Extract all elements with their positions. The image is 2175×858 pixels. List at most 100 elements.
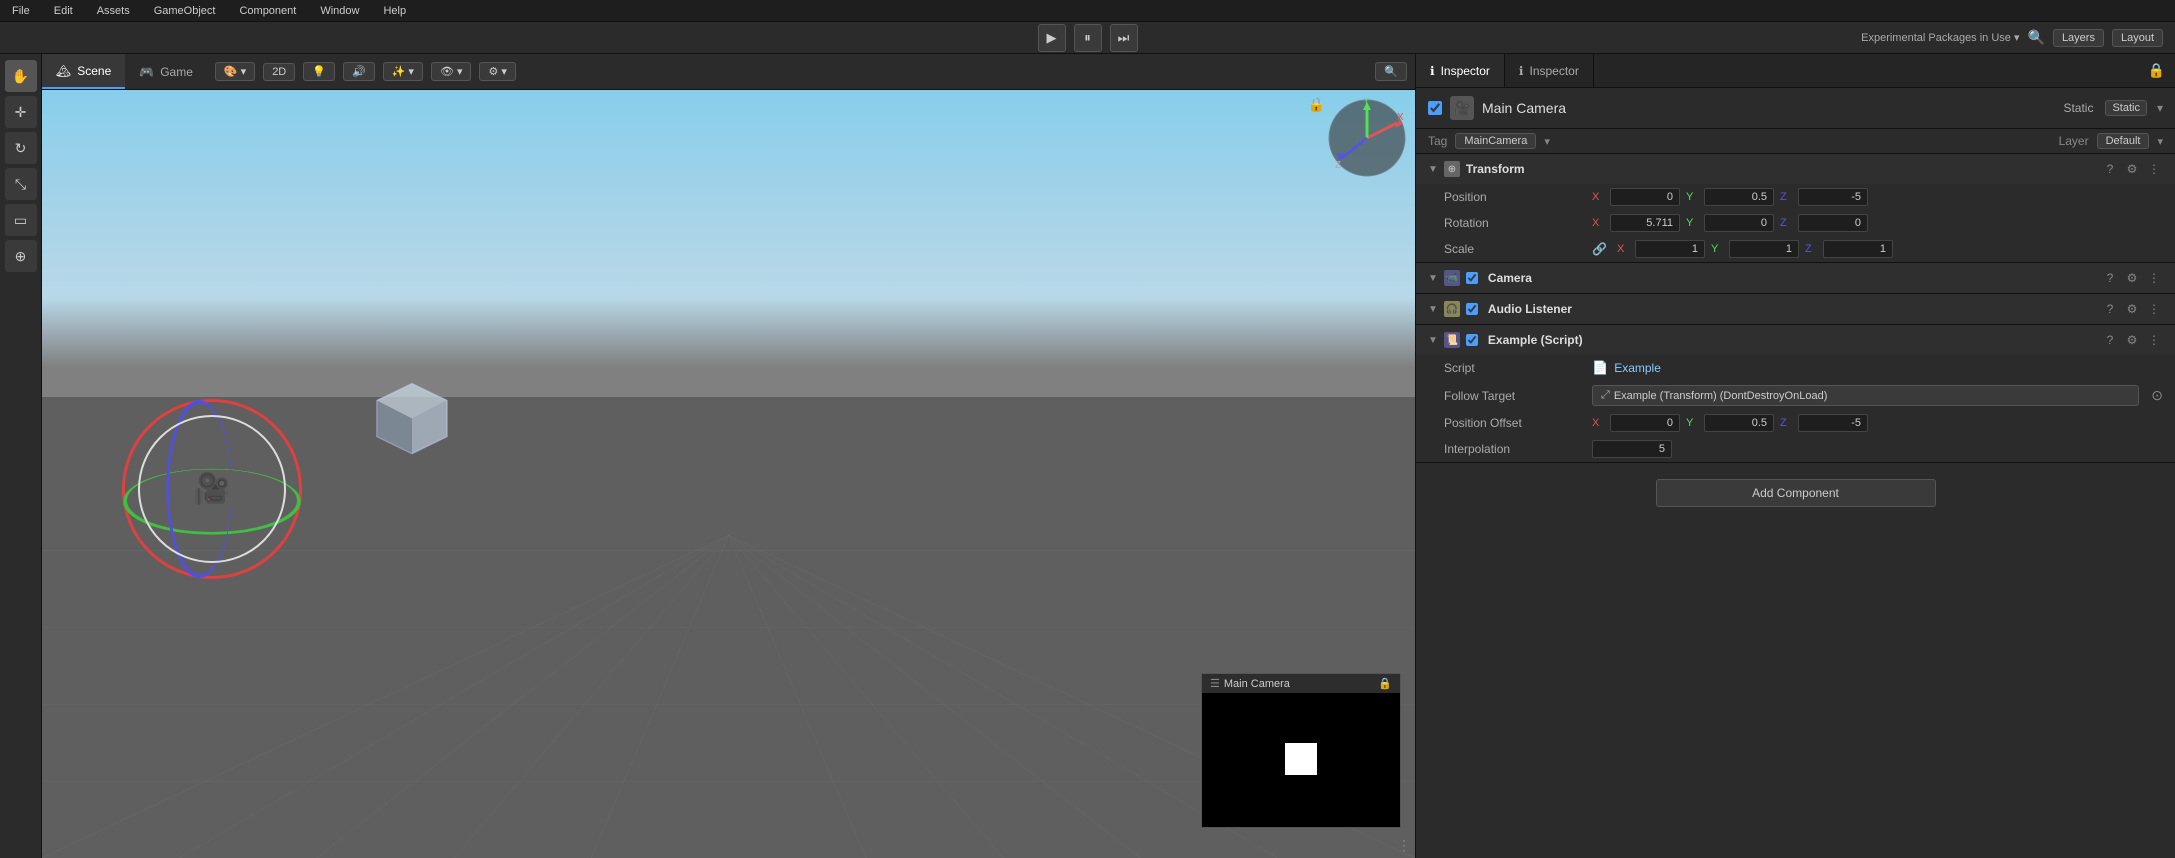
gizmos-button[interactable]: ⚙ ▾: [479, 62, 515, 81]
effects-button[interactable]: ✨ ▾: [383, 62, 423, 81]
game-icon: 🎮: [139, 65, 154, 79]
audio-more-button[interactable]: ⋮: [2145, 300, 2163, 318]
layout-button[interactable]: Layout: [2112, 29, 2163, 47]
audio-button[interactable]: 🔊: [343, 62, 375, 81]
tag-dropdown-icon: ▾: [1544, 135, 1550, 148]
menu-assets[interactable]: Assets: [93, 5, 134, 17]
rotate-tool[interactable]: ↻: [5, 132, 37, 164]
offset-x-input[interactable]: [1610, 414, 1680, 432]
main-content: ✋ ✛ ↻ ⤡ ▭ ⊕ 🏔 Scene 🎮 Game 🎨 ▾ 2D 💡 🔊 ✨ …: [0, 54, 2175, 858]
tab-scene[interactable]: 🏔 Scene: [42, 54, 125, 89]
transform-header[interactable]: ▼ ⊕ Transform ? ⚙ ⋮: [1416, 154, 2175, 184]
menu-component[interactable]: Component: [235, 5, 300, 17]
camera-header[interactable]: ▼ 📹 Camera ? ⚙ ⋮: [1416, 263, 2175, 293]
step-button[interactable]: ⏭: [1110, 24, 1138, 52]
inspector-lock-button[interactable]: 🔒: [2138, 54, 2175, 87]
example-more-button[interactable]: ⋮: [2145, 331, 2163, 349]
hand-tool[interactable]: ✋: [5, 60, 37, 92]
follow-target-icon: ⤢: [1601, 389, 1610, 402]
position-z-input[interactable]: [1798, 188, 1868, 206]
inspector-tab-1-label: Inspector: [1441, 64, 1490, 78]
pause-button[interactable]: ⏸: [1074, 24, 1102, 52]
experimental-packages-label: Experimental Packages in Use ▾: [1861, 31, 2019, 44]
universal-tool[interactable]: ⊕: [5, 240, 37, 272]
search-icon[interactable]: 🔍: [2028, 29, 2045, 46]
mini-camera-label: Main Camera: [1224, 678, 1290, 690]
audio-settings-button[interactable]: ⚙: [2123, 300, 2141, 318]
scale-x-input[interactable]: [1635, 240, 1705, 258]
menu-edit[interactable]: Edit: [50, 5, 77, 17]
scale-tool[interactable]: ⤡: [5, 168, 37, 200]
2d-button[interactable]: 2D: [263, 63, 295, 81]
info-icon-1: ℹ: [1430, 64, 1435, 78]
audio-listener-header[interactable]: ▼ 🎧 Audio Listener ? ⚙ ⋮: [1416, 294, 2175, 324]
script-label: Script: [1444, 361, 1584, 375]
rotation-y-input[interactable]: [1704, 214, 1774, 232]
visibility-button[interactable]: 👁 ▾: [431, 62, 472, 81]
tag-value[interactable]: MainCamera: [1455, 133, 1536, 149]
example-enabled-checkbox[interactable]: [1466, 334, 1478, 346]
transform-help-button[interactable]: ?: [2101, 160, 2119, 178]
rotation-x-input[interactable]: [1610, 214, 1680, 232]
scene-canvas[interactable]: 🎥: [42, 90, 1415, 858]
audio-enabled-checkbox[interactable]: [1466, 303, 1478, 315]
menu-gameobject[interactable]: GameObject: [150, 5, 220, 17]
position-x-input[interactable]: [1610, 188, 1680, 206]
rotation-label: Rotation: [1444, 216, 1584, 230]
example-script-header[interactable]: ▼ 📜 Example (Script) ? ⚙ ⋮: [1416, 325, 2175, 355]
menu-file[interactable]: File: [8, 5, 34, 17]
scene-gizmo[interactable]: X Y Z: [1327, 98, 1407, 178]
scale-label: Scale: [1444, 242, 1584, 256]
position-label: Position: [1444, 190, 1584, 204]
play-button[interactable]: ▶: [1038, 24, 1066, 52]
follow-target-pick-button[interactable]: ⊙: [2151, 387, 2163, 404]
svg-text:X: X: [1397, 112, 1404, 123]
lights-button[interactable]: 💡: [303, 62, 335, 81]
offset-y-input[interactable]: [1704, 414, 1774, 432]
rotation-z-input[interactable]: [1798, 214, 1868, 232]
svg-text:Y: Y: [1363, 98, 1370, 107]
object-enabled-checkbox[interactable]: [1428, 101, 1442, 115]
layers-button[interactable]: Layers: [2053, 29, 2104, 47]
add-component-button[interactable]: Add Component: [1656, 479, 1936, 507]
offset-z-input[interactable]: [1798, 414, 1868, 432]
search-scene-button[interactable]: 🔍: [1375, 62, 1407, 81]
follow-target-value[interactable]: ⤢ Example (Transform) (DontDestroyOnLoad…: [1592, 385, 2139, 406]
move-tool[interactable]: ✛: [5, 96, 37, 128]
audio-label: Audio Listener: [1488, 302, 2095, 316]
mini-camera-cube: [1285, 743, 1317, 775]
interpolation-input[interactable]: [1592, 440, 1672, 458]
camera-help-button[interactable]: ?: [2101, 269, 2119, 287]
shading-button[interactable]: 🎨 ▾: [215, 62, 255, 81]
transform-settings-button[interactable]: ⚙: [2123, 160, 2141, 178]
example-expand-icon: ▼: [1428, 335, 1438, 346]
audio-help-button[interactable]: ?: [2101, 300, 2119, 318]
position-y-input[interactable]: [1704, 188, 1774, 206]
mini-camera-view: ☰ Main Camera 🔒: [1201, 673, 1401, 828]
rect-tool[interactable]: ▭: [5, 204, 37, 236]
tab-game[interactable]: 🎮 Game: [125, 54, 207, 89]
camera-more-button[interactable]: ⋮: [2145, 269, 2163, 287]
menu-help[interactable]: Help: [379, 5, 410, 17]
viewport-area: 🏔 Scene 🎮 Game 🎨 ▾ 2D 💡 🔊 ✨ ▾ 👁 ▾ ⚙ ▾ 🔍: [42, 54, 1415, 858]
camera-enabled-checkbox[interactable]: [1466, 272, 1478, 284]
scale-z-input[interactable]: [1823, 240, 1893, 258]
script-icon: 📜: [1444, 332, 1460, 348]
example-settings-button[interactable]: ⚙: [2123, 331, 2141, 349]
camera-settings-button[interactable]: ⚙: [2123, 269, 2141, 287]
inspector-tab-1[interactable]: ℹ Inspector: [1416, 54, 1505, 87]
scale-y-input[interactable]: [1729, 240, 1799, 258]
script-name[interactable]: Example: [1614, 361, 1661, 375]
transform-more-button[interactable]: ⋮: [2145, 160, 2163, 178]
scale-link-icon: 🔗: [1592, 242, 1607, 256]
rotation-z-label: Z: [1780, 217, 1794, 229]
example-help-button[interactable]: ?: [2101, 331, 2119, 349]
canvas-lock-icon[interactable]: 🔒: [1308, 96, 1325, 113]
inspector-tab-2[interactable]: ℹ Inspector: [1505, 54, 1594, 87]
canvas-options-icon[interactable]: ⋮: [1397, 837, 1411, 854]
static-dropdown[interactable]: Static: [2105, 100, 2147, 116]
inspector-panel: ℹ Inspector ℹ Inspector 🔒 🎥 Main Camera …: [1415, 54, 2175, 858]
inspector-tab-2-label: Inspector: [1529, 64, 1578, 78]
layer-value[interactable]: Default: [2097, 133, 2150, 149]
menu-window[interactable]: Window: [316, 5, 363, 17]
